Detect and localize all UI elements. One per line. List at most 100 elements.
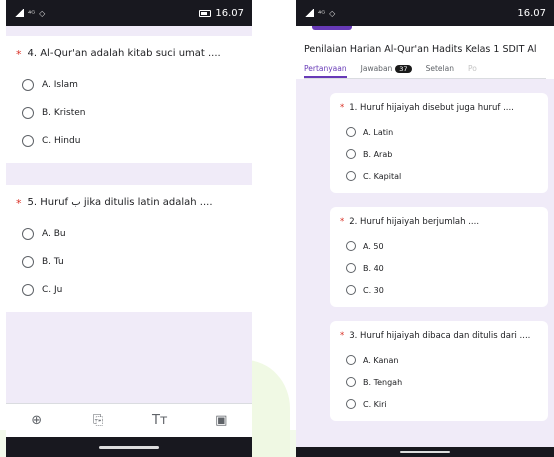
option-label: B. 40 [363,263,384,273]
option-label: C. 30 [363,285,384,295]
radio-button[interactable] [22,107,34,119]
radio-button[interactable] [346,355,356,365]
radio-button[interactable] [22,135,34,147]
option-radio[interactable]: C. Hindu [16,127,242,155]
radio-button[interactable] [22,79,34,91]
required-mark: * [16,197,22,210]
card-gap [296,193,554,207]
question-label: 2. Huruf hijaiyah berjumlah .... [349,217,480,227]
radio-button[interactable] [346,241,356,251]
signal-icon [14,9,24,17]
question-label: 3. Huruf hijaiyah dibaca dan ditulis dar… [349,331,531,341]
required-mark: * [340,331,345,341]
option-label: A. Kanan [363,355,399,365]
question-2: * 2. Huruf hijaiyah berjumlah .... [340,217,538,227]
option-radio[interactable]: A. Bu [16,220,242,248]
question-3: * 3. Huruf hijaiyah dibaca dan ditulis d… [340,331,538,341]
option-radio[interactable]: A. Islam [16,71,242,99]
right-phone-screen: ⁴ᴳ ◇ 16.07 Penilaian Harian Al-Qur'an Ha… [296,0,554,457]
radio-button[interactable] [346,399,356,409]
radio-button[interactable] [22,284,34,296]
status-bar: ⁴ᴳ ◇ 16.07 [6,0,252,26]
form-header: Penilaian Harian Al-Qur'an Hadits Kelas … [296,26,554,79]
option-label: C. Hindu [42,136,81,146]
card-gap [6,163,252,185]
system-nav-bar [6,437,252,457]
status-bar: ⁴ᴳ ◇ 16.07 [296,0,554,26]
tab-pertanyaan[interactable]: Pertanyaan [304,64,347,78]
left-phone-screen: ⁴ᴳ ◇ 16.07 * 4. Al-Qur'an adalah kitab s… [6,0,252,457]
radio-button[interactable] [346,127,356,137]
radio-button[interactable] [346,285,356,295]
battery-icon [199,9,212,17]
import-question-icon[interactable]: ⎘ [86,413,110,428]
home-gesture-pill[interactable] [99,445,159,449]
spacer [6,26,252,36]
radio-button[interactable] [346,171,356,181]
network-label: ⁴ᴳ [28,8,36,18]
wifi-icon: ◇ [329,8,336,18]
option-label: B. Arab [363,149,393,159]
tab-jawaban[interactable]: Jawaban 37 [361,64,412,77]
radio-button[interactable] [346,149,356,159]
option-radio[interactable]: C. Kapital [340,165,538,187]
required-mark: * [340,217,345,227]
clock: 16.07 [215,7,244,19]
option-radio[interactable]: B. Arab [340,143,538,165]
question-1: * 1. Huruf hijaiyah disebut juga huruf .… [340,103,538,113]
option-radio[interactable]: C. Kiri [340,393,538,415]
question-card-4: * 4. Al-Qur'an adalah kitab suci umat ..… [6,36,252,163]
question-label: 5. Huruf ب jika ditulis latin adalah ...… [27,197,213,208]
system-nav-bar [296,447,554,457]
image-icon[interactable]: ▣ [209,413,233,428]
signal-icon [304,9,314,17]
option-radio[interactable]: B. Kristen [16,99,242,127]
card-gap [296,307,554,321]
question-card-1: * 1. Huruf hijaiyah disebut juga huruf .… [330,93,548,193]
option-radio[interactable]: A. 50 [340,235,538,257]
option-radio[interactable]: B. Tu [16,248,242,276]
option-label: A. 50 [363,241,384,251]
tab-label: Jawaban [360,64,393,73]
question-label: 4. Al-Qur'an adalah kitab suci umat .... [27,48,221,59]
required-mark: * [16,48,22,61]
card-gap [296,79,554,93]
question-card-2: * 2. Huruf hijaiyah berjumlah .... A. 50… [330,207,548,307]
status-icons: ⁴ᴳ ◇ [304,9,335,18]
option-radio[interactable]: C. 30 [340,279,538,301]
option-radio[interactable]: C. Ju [16,276,242,304]
option-label: B. Tu [42,257,64,267]
question-5: * 5. Huruf ب jika ditulis latin adalah .… [16,197,242,210]
option-radio[interactable]: A. Kanan [340,349,538,371]
option-label: B. Tengah [363,377,403,387]
add-circle-icon[interactable]: ⊕ [25,413,49,428]
required-mark: * [340,103,345,113]
option-radio[interactable]: A. Latin [340,121,538,143]
option-radio[interactable]: B. 40 [340,257,538,279]
option-label: A. Bu [42,229,66,239]
form-toolbar: ⊕ ⎘ Tт ▣ [6,403,252,437]
tab-poin[interactable]: Po [468,64,477,77]
tab-bar: Pertanyaan Jawaban 37 Setelan Po [304,63,546,79]
radio-button[interactable] [22,256,34,268]
option-label: A. Latin [363,127,394,137]
status-right: 16.07 [199,8,244,19]
option-label: A. Islam [42,80,78,90]
option-label: C. Kiri [363,399,387,409]
option-radio[interactable]: B. Tengah [340,371,538,393]
form-title: Penilaian Harian Al-Qur'an Hadits Kelas … [304,44,537,55]
status-right: 16.07 [517,8,546,19]
option-label: B. Kristen [42,108,86,118]
network-label: ⁴ᴳ [318,8,326,18]
clock: 16.07 [517,7,546,19]
radio-button[interactable] [346,377,356,387]
question-card-5: * 5. Huruf ب jika ditulis latin adalah .… [6,185,252,312]
question-label: 1. Huruf hijaiyah disebut juga huruf ...… [349,103,514,113]
radio-button[interactable] [22,228,34,240]
radio-button[interactable] [346,263,356,273]
home-gesture-pill[interactable] [400,451,450,453]
question-card-3: * 3. Huruf hijaiyah dibaca dan ditulis d… [330,321,548,421]
option-label: C. Ju [42,285,63,295]
tab-setelan[interactable]: Setelan [426,64,454,77]
text-format-icon[interactable]: Tт [148,413,172,428]
